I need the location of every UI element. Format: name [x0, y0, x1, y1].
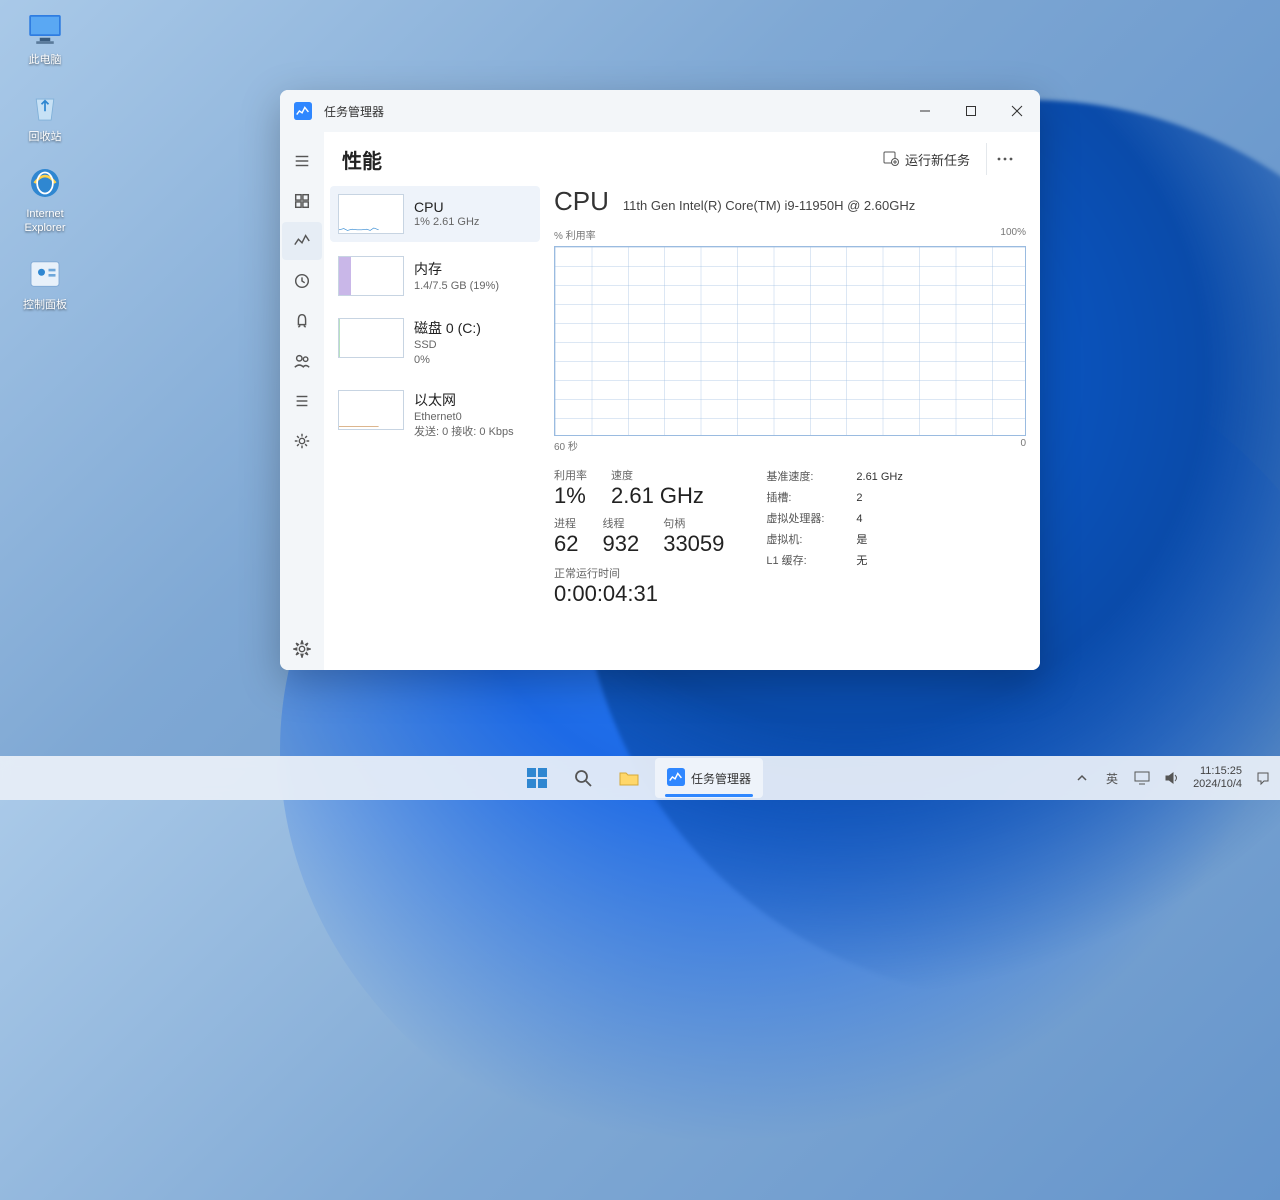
tray-notifications-icon[interactable] [1254, 769, 1272, 787]
task-manager-icon [294, 102, 312, 120]
tray-ime[interactable]: 英 [1103, 769, 1121, 787]
desktop-icon-label: 回收站 [29, 131, 62, 144]
run-task-icon [883, 150, 899, 169]
sidebar-card-ethernet[interactable]: 以太网 Ethernet0 发送: 0 接收: 0 Kbps [330, 382, 540, 448]
start-button[interactable] [517, 758, 557, 798]
sidebar-card-cpu[interactable]: CPU 1% 2.61 GHz [330, 186, 540, 242]
speed-label: 速度 [611, 467, 704, 483]
sidebar-card-title: 内存 [414, 259, 499, 279]
kv-key: 虚拟处理器: [766, 509, 834, 530]
tray-date: 2024/10/4 [1193, 778, 1242, 791]
y-axis-label: % 利用率 [554, 227, 596, 242]
more-options-button[interactable] [986, 143, 1022, 175]
ie-icon [24, 162, 66, 204]
desktop-icon-label: Internet Explorer [5, 208, 85, 234]
maximize-button[interactable] [948, 90, 994, 132]
tray-time: 11:15:25 [1193, 765, 1242, 778]
desktop-icon-this-pc[interactable]: 此电脑 [5, 8, 85, 67]
control-panel-icon [24, 253, 66, 295]
kv-val: 2.61 GHz [856, 467, 902, 488]
memory-thumb [338, 256, 404, 296]
sidebar-card-sub2: 发送: 0 接收: 0 Kbps [414, 425, 514, 440]
titlebar[interactable]: 任务管理器 [280, 90, 1040, 132]
taskbar-explorer-button[interactable] [609, 758, 649, 798]
cpu-model: 11th Gen Intel(R) Core(TM) i9-11950H @ 2… [623, 198, 915, 213]
handles-value: 33059 [663, 531, 724, 557]
speed-value: 2.61 GHz [611, 483, 704, 509]
sidebar-card-sub2: 0% [414, 353, 481, 368]
proc-label: 进程 [554, 515, 578, 531]
handles-label: 句柄 [663, 515, 724, 531]
run-new-task-label: 运行新任务 [905, 150, 970, 169]
nav-performance[interactable] [282, 222, 322, 260]
kv-key: 基准速度: [766, 467, 834, 488]
run-new-task-button[interactable]: 运行新任务 [873, 144, 980, 175]
recycle-icon [24, 85, 66, 127]
window-title: 任务管理器 [324, 103, 384, 120]
sidebar-card-memory[interactable]: 内存 1.4/7.5 GB (19%) [330, 248, 540, 304]
kv-val: 无 [856, 551, 867, 572]
kv-val: 4 [856, 509, 862, 530]
nav-rail [280, 132, 324, 670]
monitor-icon [24, 8, 66, 50]
x-axis-right: 0 [1020, 438, 1026, 453]
sidebar-card-sub: 1% 2.61 GHz [414, 215, 479, 230]
kv-val: 2 [856, 488, 862, 509]
nav-details[interactable] [282, 382, 322, 420]
sidebar-card-title: 以太网 [414, 390, 514, 410]
sidebar-card-sub: Ethernet0 [414, 410, 514, 425]
task-manager-window: 任务管理器 性能 运行新任务 [280, 90, 1040, 670]
task-manager-icon [667, 768, 685, 789]
desktop-icon-label: 此电脑 [29, 54, 62, 67]
nav-users[interactable] [282, 342, 322, 380]
cpu-thumb [338, 194, 404, 234]
util-label: 利用率 [554, 467, 587, 483]
desktop-icon-recycle-bin[interactable]: 回收站 [5, 85, 85, 144]
taskbar-app-label: 任务管理器 [691, 770, 751, 787]
sidebar-card-title: 磁盘 0 (C:) [414, 318, 481, 338]
nav-startup[interactable] [282, 302, 322, 340]
resource-sidebar: CPU 1% 2.61 GHz 内存 1.4/7.5 GB (19%) [330, 186, 540, 656]
cpu-utilization-chart [554, 246, 1026, 436]
taskbar-search-button[interactable] [563, 758, 603, 798]
tray-chevron-up-icon[interactable] [1073, 769, 1091, 787]
nav-settings[interactable] [282, 630, 322, 668]
kv-key: 虚拟机: [766, 530, 834, 551]
util-value: 1% [554, 483, 587, 509]
tray-clock[interactable]: 11:15:25 2024/10/4 [1193, 765, 1242, 790]
disk-thumb [338, 318, 404, 358]
sidebar-card-sub: SSD [414, 338, 481, 353]
kv-val: 是 [856, 530, 867, 551]
sidebar-card-sub: 1.4/7.5 GB (19%) [414, 279, 499, 294]
nav-services[interactable] [282, 422, 322, 460]
sidebar-card-disk[interactable]: 磁盘 0 (C:) SSD 0% [330, 310, 540, 376]
y-axis-max: 100% [1000, 227, 1026, 242]
proc-value: 62 [554, 531, 578, 557]
close-button[interactable] [994, 90, 1040, 132]
uptime-label: 正常运行时间 [554, 565, 724, 581]
minimize-button[interactable] [902, 90, 948, 132]
nav-processes[interactable] [282, 182, 322, 220]
desktop-icon-label: 控制面板 [23, 299, 67, 312]
page-title: 性能 [342, 145, 382, 174]
sidebar-card-title: CPU [414, 199, 479, 215]
taskbar-app-task-manager[interactable]: 任务管理器 [655, 758, 763, 798]
hamburger-button[interactable] [282, 142, 322, 180]
nav-app-history[interactable] [282, 262, 322, 300]
net-thumb [338, 390, 404, 430]
threads-value: 932 [602, 531, 639, 557]
kv-key: 插槽: [766, 488, 834, 509]
detail-heading: CPU [554, 186, 609, 217]
tray-monitor-icon[interactable] [1133, 769, 1151, 787]
x-axis-left: 60 秒 [554, 438, 578, 453]
desktop-icon-control-panel[interactable]: 控制面板 [5, 253, 85, 312]
threads-label: 线程 [602, 515, 639, 531]
taskbar: 任务管理器 英 11:15:25 2024/10/4 [0, 756, 1280, 800]
kv-key: L1 缓存: [766, 551, 834, 572]
tray-volume-icon[interactable] [1163, 769, 1181, 787]
uptime-value: 0:00:04:31 [554, 581, 724, 607]
desktop-icon-ie[interactable]: Internet Explorer [5, 162, 85, 234]
